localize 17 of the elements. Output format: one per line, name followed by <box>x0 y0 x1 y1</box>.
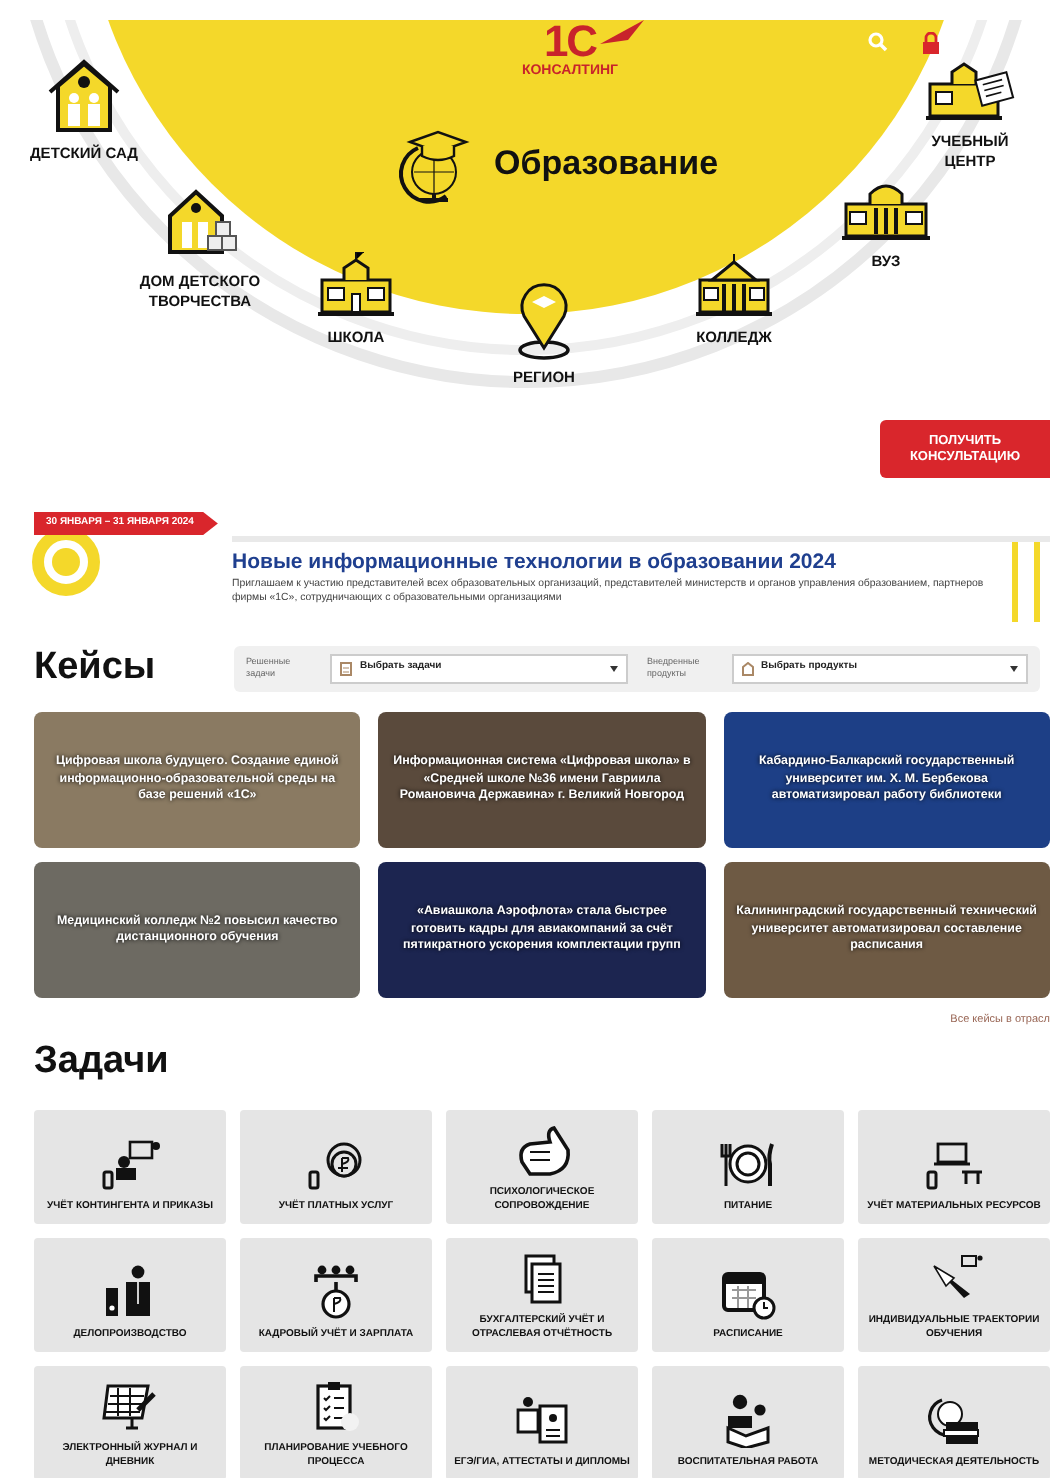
document-icon <box>340 661 352 675</box>
search-icon <box>868 32 888 52</box>
event-title-link[interactable]: Новые информационные технологии в образовании 2024 <box>232 550 1002 576</box>
page-title: Образование <box>494 143 719 185</box>
house-children-icon <box>44 56 124 136</box>
college-building-icon <box>694 252 774 320</box>
caret-icon <box>1010 665 1018 671</box>
logo-mark: 1С <box>543 20 597 64</box>
box-icon <box>741 661 753 675</box>
section-heading: Кейсы <box>34 645 158 691</box>
person-board-icon <box>98 1136 162 1192</box>
lock-icon <box>922 32 940 54</box>
caret-icon <box>609 665 617 671</box>
school-building-icon <box>316 252 396 320</box>
swoosh-icon <box>600 20 644 44</box>
section-heading: Задачи <box>34 1040 171 1086</box>
stripes-icon <box>1012 542 1044 622</box>
